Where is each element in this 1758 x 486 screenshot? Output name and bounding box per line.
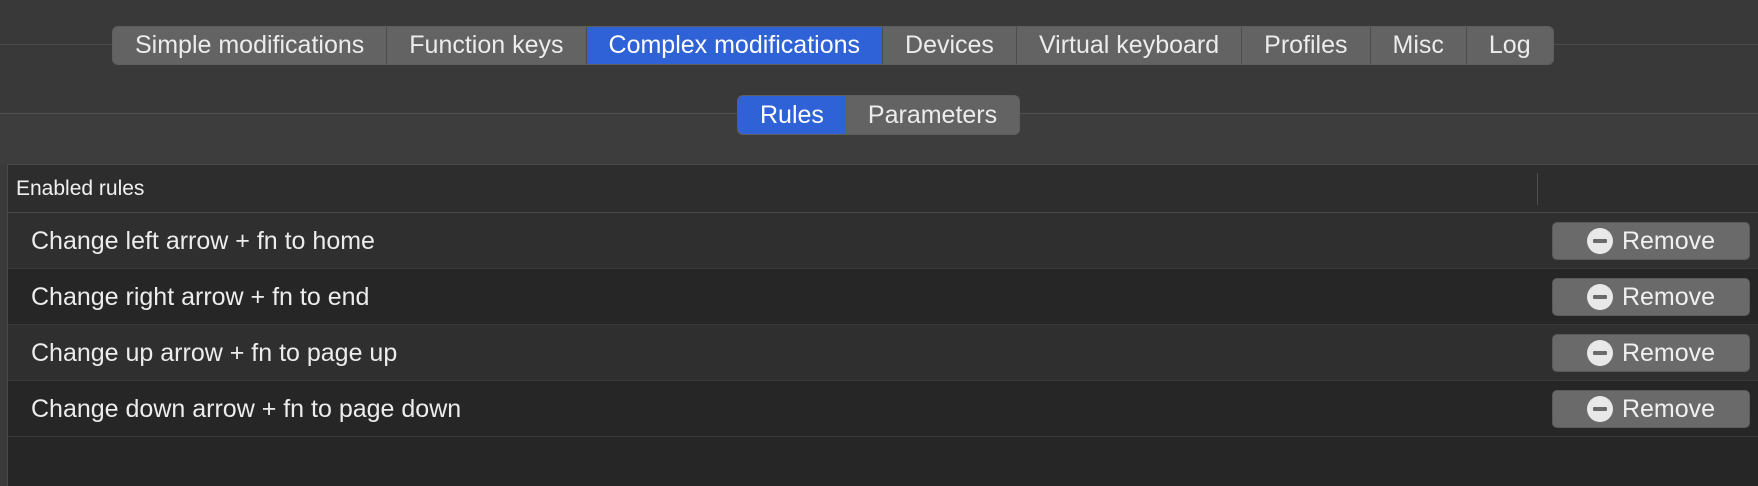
tab-profiles[interactable]: Profiles	[1241, 27, 1369, 64]
minus-circle-icon	[1586, 340, 1613, 366]
tab-function-keys[interactable]: Function keys	[386, 27, 585, 64]
enabled-rules-column-header[interactable]: Enabled rules	[16, 165, 144, 213]
remove-button-label: Remove	[1621, 338, 1716, 367]
remove-button-label: Remove	[1621, 282, 1716, 311]
main-tab-bar: Simple modifications Function keys Compl…	[112, 26, 1554, 65]
tab-log[interactable]: Log	[1465, 27, 1553, 64]
column-divider[interactable]	[1537, 173, 1538, 205]
remove-button[interactable]: Remove	[1552, 222, 1750, 260]
enabled-rules-table: Enabled rules Change left arrow + fn to …	[7, 164, 1758, 486]
tab-virtual-keyboard[interactable]: Virtual keyboard	[1015, 27, 1241, 64]
remove-button-label: Remove	[1621, 394, 1716, 423]
table-header: Enabled rules	[8, 165, 1758, 213]
tab-simple-modifications[interactable]: Simple modifications	[113, 27, 386, 64]
minus-circle-icon	[1586, 396, 1613, 422]
minus-circle-icon	[1586, 228, 1613, 254]
minus-circle-icon	[1586, 284, 1613, 310]
tab-devices[interactable]: Devices	[882, 27, 1016, 64]
remove-button-label: Remove	[1621, 226, 1716, 255]
tab-misc[interactable]: Misc	[1369, 27, 1466, 64]
rule-name: Change left arrow + fn to home	[31, 227, 375, 255]
rule-name: Change up arrow + fn to page up	[31, 339, 398, 367]
subtab-parameters[interactable]: Parameters	[846, 96, 1019, 134]
remove-button[interactable]: Remove	[1552, 390, 1750, 428]
table-row[interactable]: Change left arrow + fn to home Remove	[8, 213, 1758, 269]
remove-button[interactable]: Remove	[1552, 278, 1750, 316]
table-row[interactable]: Change up arrow + fn to page up Remove	[8, 325, 1758, 381]
table-row[interactable]: Change down arrow + fn to page down Remo…	[8, 381, 1758, 437]
rule-name: Change right arrow + fn to end	[31, 283, 370, 311]
subtab-rules[interactable]: Rules	[738, 96, 846, 134]
remove-button[interactable]: Remove	[1552, 334, 1750, 372]
sub-tab-bar: Rules Parameters	[737, 95, 1021, 135]
rule-name: Change down arrow + fn to page down	[31, 395, 462, 423]
tab-complex-modifications[interactable]: Complex modifications	[585, 27, 883, 64]
table-row[interactable]: Change right arrow + fn to end Remove	[8, 269, 1758, 325]
